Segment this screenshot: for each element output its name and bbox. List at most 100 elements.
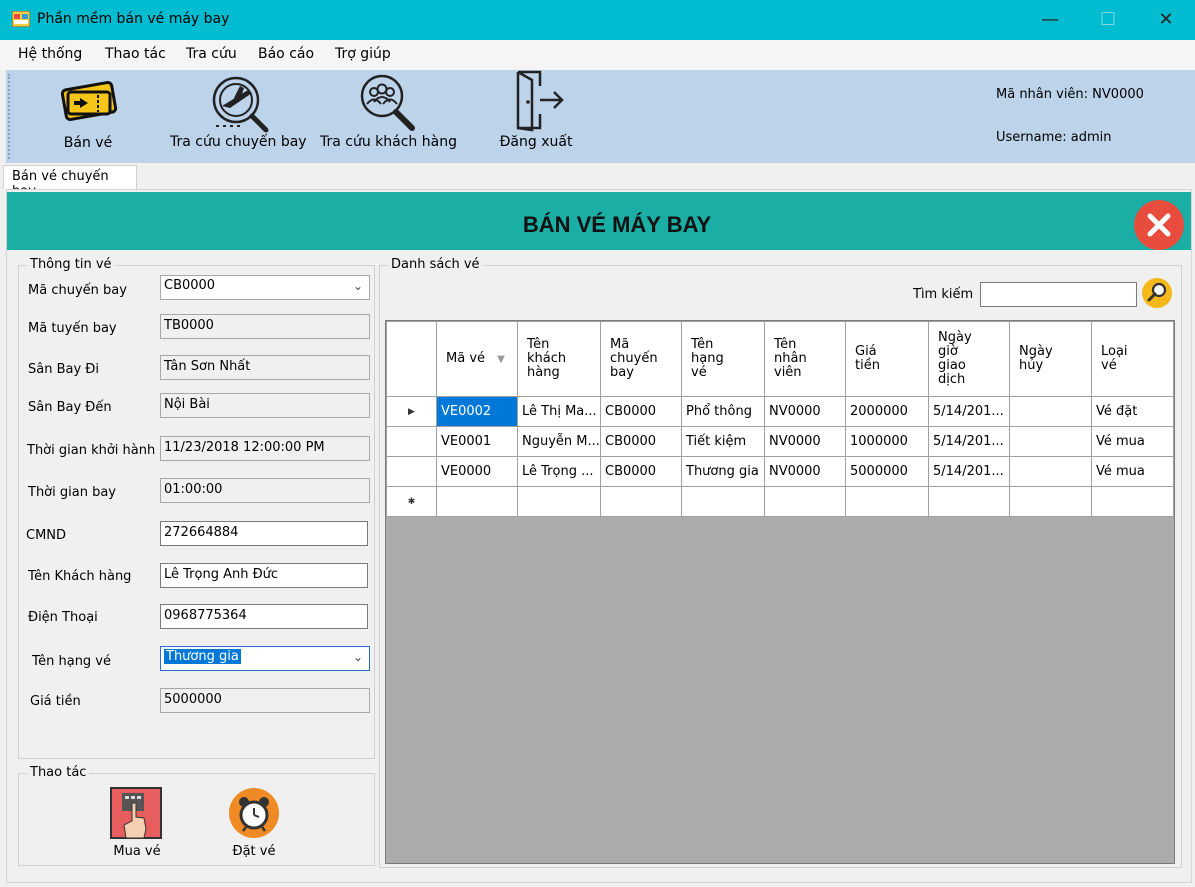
table-cell[interactable]: Vé mua: [1091, 426, 1174, 457]
table-cell[interactable]: [600, 486, 682, 517]
row-header[interactable]: [386, 426, 437, 457]
customer-name-input[interactable]: Lê Trọng Anh Đức: [160, 563, 368, 588]
flight-search-icon: [212, 76, 269, 133]
search-button[interactable]: [1141, 277, 1173, 309]
departure-airport-label: Sân Bay Đi: [28, 362, 99, 377]
logout-label: Đăng xuất: [499, 134, 573, 150]
close-form-button[interactable]: [1134, 200, 1184, 250]
window-title: Phần mềm bán vé máy bay: [37, 11, 230, 27]
row-header[interactable]: [386, 456, 437, 487]
search-icon: [1142, 278, 1172, 308]
menu-actions[interactable]: Thao tác: [105, 46, 166, 62]
customer-search-icon: [360, 74, 415, 131]
table-cell[interactable]: VE0000: [436, 456, 518, 487]
book-ticket-button[interactable]: Đặt vé: [214, 787, 294, 867]
column-header-flight-code[interactable]: Mã chuyến bay: [600, 321, 682, 397]
table-cell[interactable]: [1009, 426, 1092, 457]
table-cell[interactable]: 2000000: [845, 396, 929, 427]
table-cell[interactable]: Nguyễn M...: [517, 426, 601, 457]
column-header-ticket-class[interactable]: Tên hạng vé: [681, 321, 765, 397]
flight-duration-field[interactable]: 01:00:00: [160, 478, 370, 503]
departure-time-field[interactable]: 11/23/2018 12:00:00 PM: [160, 436, 370, 461]
column-header-ticket-id[interactable]: Mã vé ▼: [436, 321, 518, 397]
route-code-field[interactable]: TB0000: [160, 314, 370, 339]
table-cell[interactable]: CB0000: [600, 396, 682, 427]
table-cell[interactable]: 5/14/201...: [928, 396, 1010, 427]
new-row-indicator[interactable]: ✱: [386, 486, 437, 517]
table-cell[interactable]: VE0002: [436, 396, 518, 427]
menu-lookup[interactable]: Tra cứu: [186, 46, 237, 62]
table-cell[interactable]: 5000000: [845, 456, 929, 487]
table-cell[interactable]: CB0000: [600, 456, 682, 487]
arrival-airport-field[interactable]: Nội Bài: [160, 393, 370, 418]
table-cell[interactable]: [436, 486, 518, 517]
menu-help[interactable]: Trợ giúp: [335, 46, 391, 62]
phone-input[interactable]: 0968775364: [160, 604, 368, 629]
column-header-label: Tên khách hàng: [527, 337, 567, 380]
table-cell[interactable]: [517, 486, 601, 517]
column-header-price[interactable]: Giá tiền: [845, 321, 929, 397]
price-field[interactable]: 5000000: [160, 688, 370, 713]
table-row[interactable]: VE0001 Nguyễn M... CB0000 Tiết kiệm NV00…: [386, 426, 1174, 457]
table-cell[interactable]: [1009, 396, 1092, 427]
table-cell[interactable]: [1009, 456, 1092, 487]
flight-code-select[interactable]: CB0000 ⌄: [160, 275, 370, 300]
table-cell[interactable]: Thương gia: [681, 456, 765, 487]
table-row[interactable]: ▶ VE0002 Lê Thị Ma... CB0000 Phổ thông N…: [386, 396, 1174, 427]
column-header-employee-name[interactable]: Tên nhân viên: [764, 321, 846, 397]
column-header-label: Mã vé: [446, 350, 486, 366]
menu-system[interactable]: Hệ thống: [18, 46, 82, 62]
table-header-row: Mã vé ▼ Tên khách hàng Mã chuyến bay Tên…: [386, 321, 1174, 397]
customer-lookup-button[interactable]: Tra cứu khách hàng: [320, 70, 457, 163]
table-cell[interactable]: Lê Thị Ma...: [517, 396, 601, 427]
menu-reports[interactable]: Báo cáo: [258, 46, 314, 62]
departure-airport-field[interactable]: Tân Sơn Nhất: [160, 355, 370, 380]
table-cell[interactable]: [1009, 486, 1092, 517]
ticket-info-title: Thông tin vé: [27, 257, 115, 272]
close-window-button[interactable]: ✕: [1137, 0, 1195, 40]
search-input[interactable]: [980, 282, 1137, 307]
table-cell[interactable]: Vé đặt: [1091, 396, 1174, 427]
flight-lookup-button[interactable]: Tra cứu chuyến bay: [170, 70, 307, 163]
ticket-grid[interactable]: Mã vé ▼ Tên khách hàng Mã chuyến bay Tên…: [385, 320, 1175, 864]
table-cell[interactable]: 5/14/201...: [928, 456, 1010, 487]
table-cell[interactable]: CB0000: [600, 426, 682, 457]
table-cell[interactable]: VE0001: [436, 426, 518, 457]
column-header-cancel-date[interactable]: Ngày hủy: [1009, 321, 1092, 397]
table-cell[interactable]: Tiết kiệm: [681, 426, 765, 457]
logout-icon: [516, 70, 564, 132]
buy-icon: [110, 787, 162, 839]
table-row[interactable]: VE0000 Lê Trọng ... CB0000 Thương gia NV…: [386, 456, 1174, 487]
actions-title: Thao tác: [27, 765, 90, 780]
id-card-input[interactable]: 272664884: [160, 521, 368, 546]
column-header-ticket-type[interactable]: Loại vé: [1091, 321, 1174, 397]
table-cell[interactable]: [928, 486, 1010, 517]
buy-ticket-button[interactable]: Mua vé: [97, 787, 177, 867]
tab-sell-ticket[interactable]: Bán vé chuyến bay: [3, 165, 137, 199]
table-cell[interactable]: NV0000: [764, 456, 846, 487]
app-icon: [12, 11, 30, 27]
table-cell[interactable]: Vé mua: [1091, 456, 1174, 487]
new-row[interactable]: ✱: [386, 486, 1174, 517]
current-row-indicator[interactable]: ▶: [386, 396, 437, 427]
close-icon: [1147, 213, 1171, 237]
table-cell[interactable]: NV0000: [764, 426, 846, 457]
toolbar-grip[interactable]: [8, 74, 11, 159]
sell-ticket-button[interactable]: Bán vé: [46, 70, 130, 163]
table-cell[interactable]: 1000000: [845, 426, 929, 457]
table-cell[interactable]: [1091, 486, 1174, 517]
ticket-class-select[interactable]: Thương gia ⌄: [160, 646, 370, 671]
table-cell[interactable]: Phổ thông: [681, 396, 765, 427]
table-cell[interactable]: 5/14/201...: [928, 426, 1010, 457]
maximize-button[interactable]: ☐: [1079, 0, 1137, 40]
ticket-list-title: Danh sách vé: [388, 257, 483, 272]
column-header-customer-name[interactable]: Tên khách hàng: [517, 321, 601, 397]
column-header-transaction-date[interactable]: Ngày giờ giao dịch: [928, 321, 1010, 397]
table-cell[interactable]: [681, 486, 765, 517]
minimize-button[interactable]: —: [1021, 0, 1079, 40]
table-cell[interactable]: [845, 486, 929, 517]
table-cell[interactable]: NV0000: [764, 396, 846, 427]
logout-button[interactable]: Đăng xuất: [486, 70, 586, 163]
table-cell[interactable]: Lê Trọng ...: [517, 456, 601, 487]
table-cell[interactable]: [764, 486, 846, 517]
